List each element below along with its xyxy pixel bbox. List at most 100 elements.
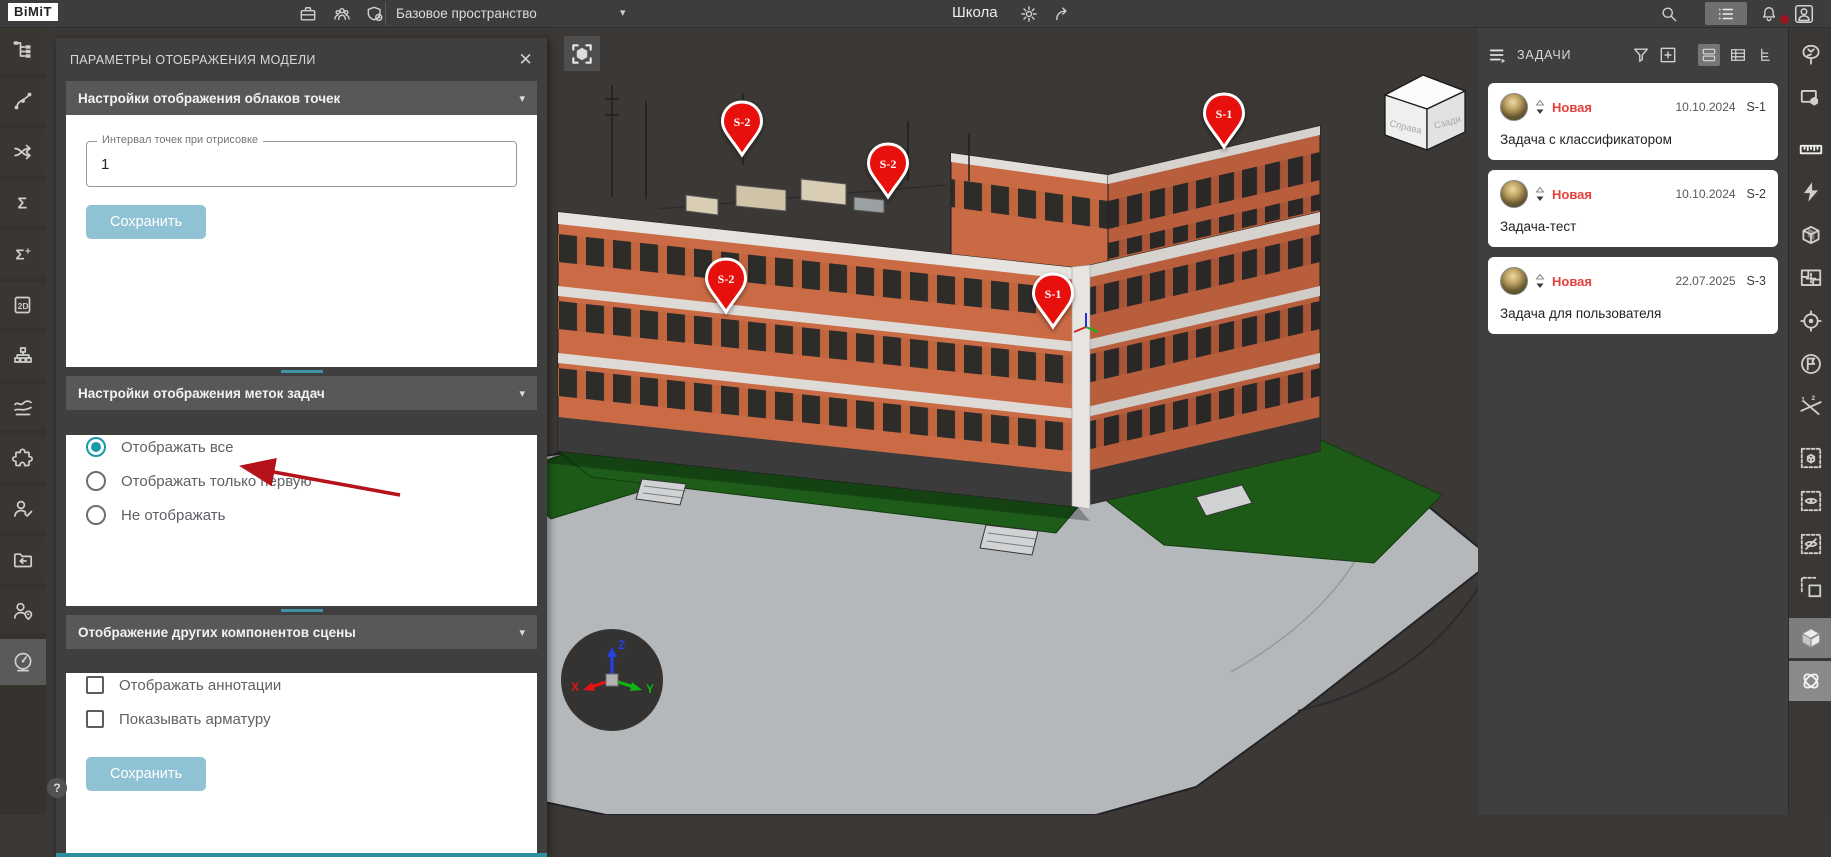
- task-title: Задача для пользователя: [1500, 306, 1766, 321]
- shuffle-icon[interactable]: [0, 129, 46, 175]
- folder-import-icon[interactable]: [0, 537, 46, 583]
- save-point-clouds-button[interactable]: Сохранить: [86, 205, 206, 239]
- flash-icon[interactable]: [1789, 172, 1831, 212]
- axis-gizmo: Z X Y: [561, 629, 663, 731]
- numbered-axes-icon[interactable]: 12: [1789, 387, 1831, 427]
- close-icon[interactable]: ✕: [518, 50, 533, 70]
- trend-lines-icon[interactable]: [0, 384, 46, 430]
- ruler-icon[interactable]: [1789, 129, 1831, 169]
- clear-selection-icon[interactable]: [1789, 567, 1831, 607]
- radio-show-none[interactable]: Не отображать: [86, 503, 537, 527]
- panel-title: ПАРАМЕТРЫ ОТОБРАЖЕНИЯ МОДЕЛИ: [70, 53, 316, 67]
- left-toolbar: Σ Σ+ 2D: [0, 27, 46, 815]
- notification-badge: [1779, 14, 1790, 25]
- cube-section-icon[interactable]: [1789, 215, 1831, 255]
- team-icon[interactable]: [331, 3, 353, 25]
- isolate-cube-icon[interactable]: [1789, 438, 1831, 478]
- radio-show-all[interactable]: Отображать все: [86, 435, 537, 459]
- checkbox-show-rebar[interactable]: Показывать арматуру: [86, 707, 537, 731]
- floorplan-icon[interactable]: [1789, 258, 1831, 298]
- sum-icon[interactable]: Σ: [0, 180, 46, 226]
- nav-cube: [1385, 75, 1465, 150]
- topbar-divider: [385, 2, 386, 25]
- task-title: Задача-тест: [1500, 219, 1766, 234]
- priority-icon: [1535, 186, 1545, 202]
- gear-icon[interactable]: [1018, 3, 1040, 25]
- bell-icon[interactable]: [1758, 3, 1780, 25]
- priority-icon: [1535, 99, 1545, 115]
- pin-label: S-1: [1202, 107, 1246, 122]
- model-tree-icon[interactable]: [0, 27, 46, 73]
- gauge-icon[interactable]: [0, 639, 46, 685]
- save-scene-components-button[interactable]: Сохранить: [86, 757, 206, 791]
- show-eye-icon[interactable]: [1789, 481, 1831, 521]
- spline-nodes-icon[interactable]: [0, 78, 46, 124]
- viewport-3d[interactable]: Справа Сзади Z X Y S-2 S-2: [46, 27, 1478, 815]
- radio-icon[interactable]: [86, 505, 106, 525]
- radio-show-first-only[interactable]: Отображать только первую: [86, 469, 537, 493]
- user-avatar-icon[interactable]: [1793, 3, 1815, 25]
- task-pin[interactable]: S-1: [1202, 92, 1246, 150]
- shaded-cube-icon[interactable]: [1789, 618, 1831, 658]
- svg-text:1: 1: [1801, 397, 1805, 404]
- task-pin[interactable]: S-1: [1031, 272, 1075, 330]
- vegetation-tree-icon[interactable]: [1789, 35, 1831, 75]
- chevron-down-icon[interactable]: ▾: [620, 6, 626, 19]
- app-logo[interactable]: BiMiT: [8, 3, 58, 21]
- user-check-icon[interactable]: [0, 486, 46, 532]
- search-icon[interactable]: [1658, 3, 1680, 25]
- view-cards-toggle[interactable]: [1698, 44, 1720, 66]
- task-card[interactable]: Новая 22.07.2025 S-3 Задача для пользова…: [1488, 257, 1778, 334]
- sum-plus-icon[interactable]: Σ+: [0, 231, 46, 277]
- view-tree-toggle[interactable]: [1756, 44, 1778, 66]
- task-menu-icon[interactable]: [1488, 46, 1508, 64]
- task-card[interactable]: Новая 10.10.2024 S-2 Задача-тест: [1488, 170, 1778, 247]
- svg-text:Σ: Σ: [16, 247, 25, 264]
- axis-z-label: Z: [618, 638, 625, 652]
- panel-list-button[interactable]: [1705, 2, 1747, 25]
- help-button[interactable]: ?: [47, 778, 67, 798]
- status-badge: Новая: [1552, 274, 1592, 289]
- checkbox-icon[interactable]: [86, 676, 104, 694]
- task-avatar: [1500, 267, 1528, 295]
- checkbox-show-annotations[interactable]: Отображать аннотации: [86, 673, 537, 697]
- task-pin[interactable]: S-2: [866, 142, 910, 200]
- target-icon[interactable]: [1789, 301, 1831, 341]
- section-task-marks[interactable]: Настройки отображения меток задач: [66, 376, 537, 410]
- task-date: 10.10.2024: [1675, 100, 1735, 114]
- focus-view-button[interactable]: [564, 36, 600, 71]
- share-icon[interactable]: [1052, 3, 1074, 25]
- svg-text:2: 2: [1811, 395, 1815, 402]
- task-code: S-3: [1747, 274, 1766, 288]
- task-card[interactable]: Новая 10.10.2024 S-1 Задача с классифика…: [1488, 83, 1778, 160]
- tasks-panel-title: ЗАДАЧИ: [1517, 48, 1571, 62]
- add-task-icon[interactable]: [1658, 45, 1678, 65]
- section-divider[interactable]: [56, 606, 547, 615]
- orbit-icon[interactable]: [1789, 661, 1831, 701]
- section-scene-components[interactable]: Отображение других компонентов сцены: [66, 615, 537, 649]
- task-avatar: [1500, 93, 1528, 121]
- section-divider[interactable]: [56, 367, 547, 376]
- 2d-view-icon[interactable]: 2D: [0, 282, 46, 328]
- checkbox-icon[interactable]: [86, 710, 104, 728]
- task-pin[interactable]: S-2: [720, 100, 764, 158]
- pin-label: S-1: [1031, 287, 1075, 302]
- section-point-clouds[interactable]: Настройки отображения облаков точек: [66, 81, 537, 115]
- flag-icon[interactable]: [1789, 344, 1831, 384]
- view-table-toggle[interactable]: [1727, 44, 1749, 66]
- svg-text:2D: 2D: [18, 301, 29, 311]
- filter-icon[interactable]: [1631, 45, 1651, 65]
- radio-icon[interactable]: [86, 471, 106, 491]
- briefcase-icon[interactable]: [297, 3, 319, 25]
- shield-status-icon[interactable]: [364, 3, 386, 25]
- task-date: 10.10.2024: [1675, 187, 1735, 201]
- puzzle-plugin-icon[interactable]: [0, 435, 46, 481]
- org-chart-icon[interactable]: [0, 333, 46, 379]
- focus-hexagon-icon[interactable]: [1789, 78, 1831, 118]
- user-location-icon[interactable]: [0, 588, 46, 634]
- workspace-selector[interactable]: Базовое пространство: [396, 6, 537, 21]
- interval-input[interactable]: [87, 142, 516, 186]
- hide-eye-icon[interactable]: [1789, 524, 1831, 564]
- task-pin[interactable]: S-2: [704, 257, 748, 315]
- radio-selected-icon[interactable]: [86, 437, 106, 457]
